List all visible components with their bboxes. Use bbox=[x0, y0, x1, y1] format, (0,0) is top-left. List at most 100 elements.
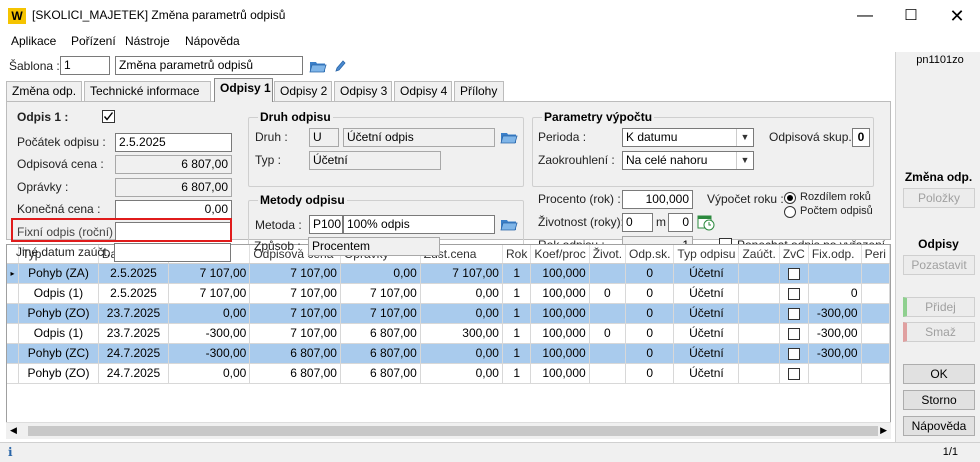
cell-peri[interactable] bbox=[861, 283, 890, 304]
cell-opravky[interactable]: 6 807,00 bbox=[340, 343, 421, 364]
cell-typ[interactable]: Odpis (1) bbox=[18, 283, 99, 304]
menu-nastroje[interactable]: Nástroje bbox=[125, 34, 170, 48]
pozastavit-button[interactable]: Pozastavit bbox=[903, 255, 975, 275]
table-row[interactable]: Pohyb (ZC) 24.7.2025 -300,00 6 807,00 6 807,… bbox=[7, 343, 890, 364]
cell-datum[interactable]: 2.5.2025 bbox=[98, 283, 170, 304]
cell-koef[interactable]: 100,000 bbox=[530, 323, 590, 344]
grid-header[interactable]: Zaúčt. bbox=[738, 245, 780, 264]
cell-typodp[interactable]: Účetní bbox=[673, 283, 740, 304]
zvc-checkbox[interactable] bbox=[787, 307, 800, 320]
cell-odpisova[interactable]: 6 807,00 bbox=[249, 343, 341, 364]
grid-header[interactable]: Odp.sk. bbox=[625, 245, 675, 264]
cell-castka[interactable]: 0,00 bbox=[168, 303, 251, 324]
cell-castka[interactable]: -300,00 bbox=[168, 343, 251, 364]
cell-zauct[interactable] bbox=[738, 303, 780, 324]
cell-castka[interactable]: -300,00 bbox=[168, 323, 251, 344]
cell-rok[interactable]: 1 bbox=[502, 323, 532, 344]
cell-rok[interactable]: 1 bbox=[502, 303, 532, 324]
grid-header[interactable]: Rok bbox=[502, 245, 532, 264]
zvc-checkbox-cell[interactable] bbox=[779, 263, 809, 284]
storno-button[interactable]: Storno bbox=[903, 390, 975, 410]
cell-zivot[interactable] bbox=[589, 363, 627, 384]
cell-opravky[interactable]: 7 107,00 bbox=[340, 303, 421, 324]
horizontal-scrollbar[interactable]: ◀ ▶ bbox=[6, 422, 891, 439]
cell-odpisova[interactable]: 6 807,00 bbox=[249, 363, 341, 384]
close-icon[interactable]: ✕ bbox=[934, 0, 980, 32]
cell-odpsk[interactable]: 0 bbox=[625, 343, 675, 364]
cell-fix[interactable]: 0 bbox=[808, 283, 862, 304]
sablona-code-field[interactable]: 1 bbox=[60, 56, 110, 75]
cell-opravky[interactable]: 0,00 bbox=[340, 263, 421, 284]
grid-header[interactable]: Typ odpisu bbox=[673, 245, 740, 264]
movements-grid[interactable]: TypDatumČástkaOdpisová cenaOprávkyZůst.c… bbox=[6, 244, 891, 439]
cell-zivot[interactable] bbox=[589, 343, 627, 364]
cell-peri[interactable] bbox=[861, 263, 890, 284]
cell-odpisova[interactable]: 7 107,00 bbox=[249, 283, 341, 304]
cell-koef[interactable]: 100,000 bbox=[530, 343, 590, 364]
ok-button[interactable]: OK bbox=[903, 364, 975, 384]
cell-typ[interactable]: Pohyb (ZA) bbox=[18, 263, 99, 284]
zvc-checkbox-cell[interactable] bbox=[779, 323, 809, 344]
cell-zust[interactable]: 0,00 bbox=[420, 343, 503, 364]
cell-fix[interactable]: -300,00 bbox=[808, 323, 862, 344]
odpisova-skup-field[interactable]: 0 bbox=[852, 128, 870, 147]
cell-rok[interactable]: 1 bbox=[502, 363, 532, 384]
metoda-code-field[interactable]: P100 bbox=[309, 215, 343, 234]
cell-odpisova[interactable]: 7 107,00 bbox=[249, 303, 341, 324]
pridej-button[interactable]: Přidej bbox=[903, 297, 975, 317]
folder-open-icon[interactable] bbox=[309, 59, 327, 73]
cell-odpisova[interactable]: 7 107,00 bbox=[249, 263, 341, 284]
cell-datum[interactable]: 23.7.2025 bbox=[98, 303, 170, 324]
napoveda-button[interactable]: Nápověda bbox=[903, 416, 975, 436]
druh-folder-icon[interactable] bbox=[500, 130, 518, 144]
cell-castka[interactable]: 7 107,00 bbox=[168, 283, 251, 304]
zaokrouhleni-select[interactable]: Na celé nahoru ▼ bbox=[622, 151, 754, 170]
tab-odpisy-2[interactable]: Odpisy 2 bbox=[274, 81, 332, 101]
metoda-name-field[interactable]: 100% odpis bbox=[343, 215, 495, 234]
cell-typodp[interactable]: Účetní bbox=[673, 343, 740, 364]
konecna-cena-field[interactable]: 0,00 bbox=[115, 200, 232, 219]
menu-porizeni[interactable]: Pořízení bbox=[71, 34, 116, 48]
cell-typ[interactable]: Pohyb (ZO) bbox=[18, 303, 99, 324]
cell-zust[interactable]: 0,00 bbox=[420, 363, 503, 384]
cell-rok[interactable]: 1 bbox=[502, 283, 532, 304]
cell-typodp[interactable]: Účetní bbox=[673, 303, 740, 324]
calendar-clock-icon[interactable] bbox=[697, 213, 715, 231]
cell-castka[interactable]: 0,00 bbox=[168, 363, 251, 384]
zvc-checkbox-cell[interactable] bbox=[779, 363, 809, 384]
cell-odpsk[interactable]: 0 bbox=[625, 263, 675, 284]
cell-peri[interactable] bbox=[861, 303, 890, 324]
cell-datum[interactable]: 23.7.2025 bbox=[98, 323, 170, 344]
cell-odpsk[interactable]: 0 bbox=[625, 363, 675, 384]
maximize-icon[interactable]: ☐ bbox=[888, 0, 934, 32]
tab-zmena-odp[interactable]: Změna odp. bbox=[6, 81, 82, 101]
grid-header[interactable]: Fix.odp. bbox=[808, 245, 862, 264]
scroll-thumb[interactable] bbox=[28, 426, 878, 436]
cell-peri[interactable] bbox=[861, 323, 890, 344]
cell-odpisova[interactable]: 7 107,00 bbox=[249, 323, 341, 344]
cell-typodp[interactable]: Účetní bbox=[673, 263, 740, 284]
grid-header[interactable]: Život. bbox=[589, 245, 627, 264]
procento-field[interactable]: 100,000 bbox=[622, 190, 693, 209]
tab-prilohy[interactable]: Přílohy bbox=[454, 81, 504, 101]
cell-datum[interactable]: 2.5.2025 bbox=[98, 263, 170, 284]
cell-opravky[interactable]: 7 107,00 bbox=[340, 283, 421, 304]
cell-odpsk[interactable]: 0 bbox=[625, 283, 675, 304]
chevron-down-icon[interactable]: ▼ bbox=[736, 152, 753, 169]
cell-zivot[interactable]: 0 bbox=[589, 283, 627, 304]
sablona-name-field[interactable]: Změna parametrů odpisů bbox=[115, 56, 303, 75]
cell-zauct[interactable] bbox=[738, 343, 780, 364]
cell-zauct[interactable] bbox=[738, 323, 780, 344]
cell-odpsk[interactable]: 0 bbox=[625, 323, 675, 344]
tab-technicke-informace[interactable]: Technické informace bbox=[84, 81, 211, 101]
cell-zust[interactable]: 0,00 bbox=[420, 283, 503, 304]
radio-rozdilem-roku[interactable] bbox=[784, 192, 796, 204]
zivotnost-field[interactable]: 0 bbox=[622, 213, 653, 232]
cell-koef[interactable]: 100,000 bbox=[530, 363, 590, 384]
table-row[interactable]: Odpis (1) 2.5.2025 7 107,00 7 107,00 7 107,0… bbox=[7, 283, 890, 304]
cell-zivot[interactable] bbox=[589, 303, 627, 324]
zvc-checkbox[interactable] bbox=[787, 347, 800, 360]
table-row[interactable]: ▸ Pohyb (ZA) 2.5.2025 7 107,00 7 107,00 0,00 7… bbox=[7, 263, 890, 284]
cell-koef[interactable]: 100,000 bbox=[530, 283, 590, 304]
scroll-left-icon[interactable]: ◀ bbox=[10, 425, 17, 436]
